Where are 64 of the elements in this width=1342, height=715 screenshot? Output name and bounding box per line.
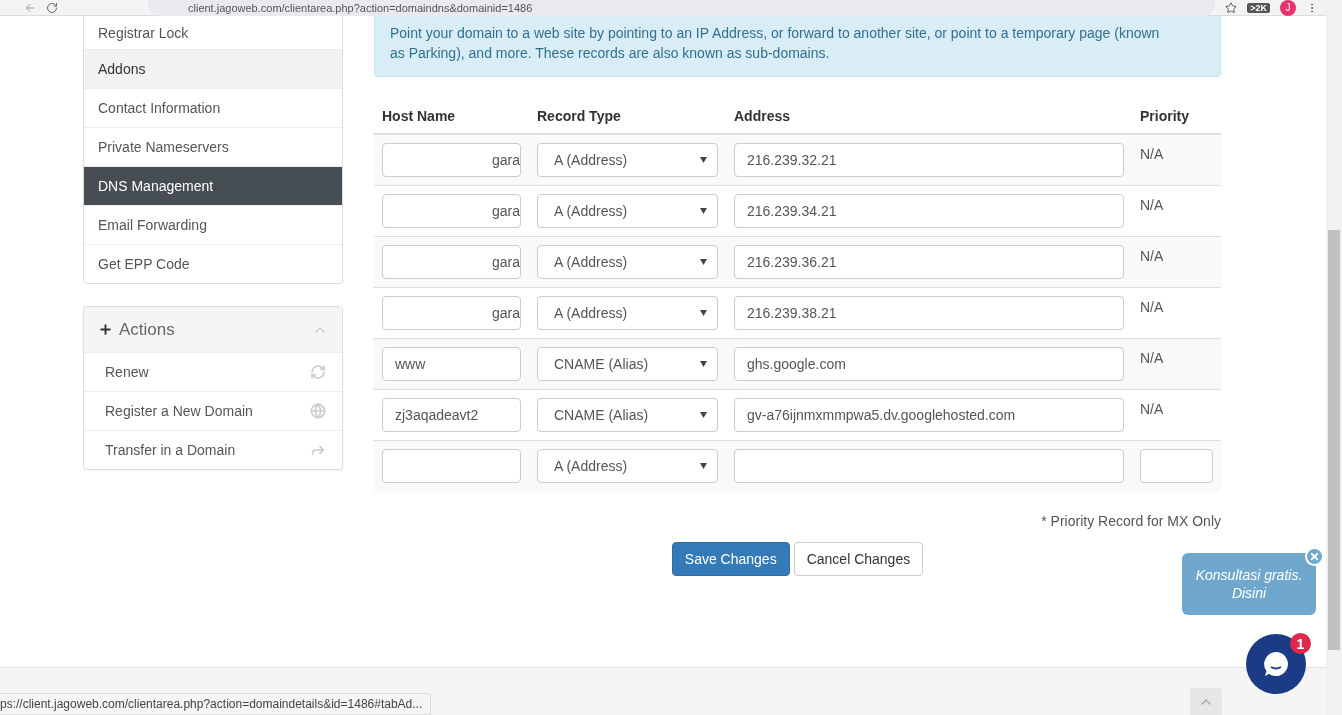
caret-icon [700, 310, 707, 316]
action-item[interactable]: Register a New Domain [84, 391, 342, 430]
cancel-button[interactable]: Cancel Changes [793, 541, 924, 576]
caret-icon [700, 412, 707, 418]
sidebar-item[interactable]: Get EPP Code [84, 244, 342, 283]
globe-icon [310, 403, 326, 419]
record-type-select[interactable]: A (Address) [537, 194, 718, 228]
priority-text: N/A [1140, 400, 1164, 417]
address-field[interactable]: 216.239.36.21 [734, 245, 1124, 279]
address-bar[interactable]: client.jagoweb.com/clientarea.php?action=domaindns&domainid=1486 [148, 0, 1216, 16]
caret-icon [700, 259, 707, 265]
save-button[interactable]: Save Changes [671, 541, 790, 576]
host-name-field[interactable]: www [382, 347, 521, 381]
scrollbar-thumb[interactable] [1328, 230, 1340, 650]
address-field[interactable]: gv-a76ijnmxmmpwa5.dv.googlehosted.com [734, 398, 1124, 432]
address-field[interactable]: 216.239.32.21 [734, 143, 1124, 177]
priority-note: * Priority Record for MX Only [1040, 512, 1221, 529]
reload-icon[interactable] [46, 1, 58, 14]
refresh-icon [310, 364, 326, 380]
host-name-field[interactable]: gara [382, 296, 521, 330]
record-type-select[interactable]: CNAME (Alias) [537, 347, 718, 381]
record-type-select[interactable]: A (Address) [537, 449, 718, 483]
panel-header[interactable]: Actions [84, 307, 342, 352]
panel-title: Actions [119, 319, 176, 340]
sidebar-item[interactable]: Addons [84, 49, 342, 88]
star-icon[interactable] [1225, 1, 1238, 14]
address-field[interactable]: 216.239.38.21 [734, 296, 1124, 330]
host-name-field[interactable]: gara [382, 194, 521, 228]
close-button[interactable] [1305, 547, 1324, 566]
back-icon[interactable] [24, 1, 36, 14]
caret-icon [700, 463, 707, 469]
priority-field[interactable] [1140, 449, 1213, 483]
close-icon [1309, 551, 1320, 562]
scroll-top-button[interactable] [1190, 688, 1222, 715]
caret-icon [700, 208, 707, 214]
host-name-field[interactable]: gara [382, 143, 521, 177]
extension-badge[interactable]: >2K [1247, 2, 1270, 13]
info-alert: Point your domain to a web site by pointing to an IP Address, or forward to another site, or point to a temporary page (known as Parking), and more. These records are also known as sub-domains. [374, 16, 1221, 77]
record-type-select[interactable]: CNAME (Alias) [537, 398, 718, 432]
host-name-field[interactable]: zj3aqadeavt2 [382, 398, 521, 432]
caret-icon [700, 361, 707, 367]
status-url: ps://client.jagoweb.com/clientarea.php?action=domaindetails&id=1486#tabAd... [0, 693, 432, 715]
sidebar-item[interactable]: DNS Management [84, 166, 342, 205]
scrollbar[interactable] [1326, 0, 1342, 715]
record-type-select[interactable]: A (Address) [537, 245, 718, 279]
plus-icon [98, 322, 113, 337]
address-field[interactable]: ghs.google.com [734, 347, 1124, 381]
priority-text: N/A [1140, 298, 1164, 315]
chat-icon [1261, 649, 1291, 679]
host-name-field[interactable] [382, 449, 521, 483]
priority-text: N/A [1140, 247, 1164, 264]
record-type-select[interactable]: A (Address) [537, 143, 718, 177]
address-field[interactable] [734, 449, 1124, 483]
caret-icon [700, 157, 707, 163]
priority-text: N/A [1140, 145, 1164, 162]
address-field[interactable]: 216.239.34.21 [734, 194, 1124, 228]
host-name-field[interactable]: gara [382, 245, 521, 279]
record-type-select[interactable]: A (Address) [537, 296, 718, 330]
profile-avatar[interactable]: J [1280, 0, 1296, 16]
priority-text: N/A [1140, 196, 1164, 213]
priority-text: N/A [1140, 349, 1164, 366]
action-item[interactable]: Transfer in a Domain [84, 430, 342, 469]
action-item[interactable]: Renew [84, 352, 342, 391]
notification-badge: 1 [1290, 633, 1311, 654]
